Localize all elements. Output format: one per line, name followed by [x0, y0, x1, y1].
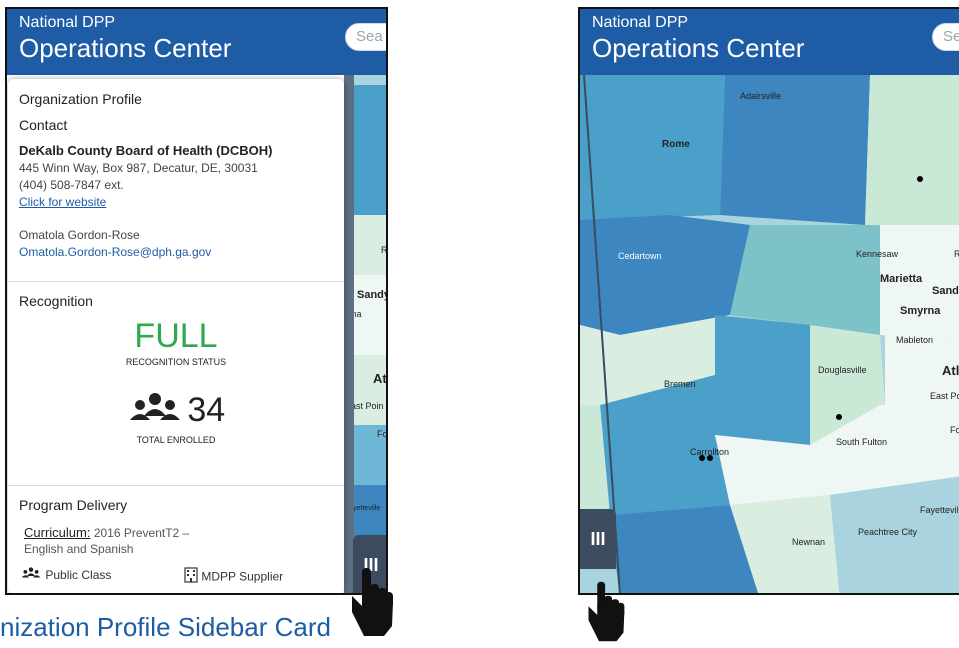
- curriculum-value: 2016 PreventT2 –: [93, 526, 190, 540]
- supplier-type: MDPP Supplier: [201, 569, 284, 584]
- curriculum-value-2: English and Spanish: [24, 542, 134, 556]
- contact-name: Omatola Gordon-Rose: [19, 228, 140, 242]
- map-place-label: East Poi: [930, 391, 959, 401]
- map-place-label: Fayetteville: [920, 505, 959, 515]
- org-phone: (404) 508-7847 ext.: [19, 178, 124, 192]
- class-type-row: Public Class: [20, 567, 111, 584]
- class-type: Public Class: [45, 568, 112, 582]
- figure-caption: nization Profile Sidebar Card: [0, 612, 331, 642]
- map-place-label: Bremen: [664, 379, 696, 389]
- app-header: National DPP Operations Center Sea: [7, 9, 386, 75]
- curriculum-label: Curriculum:: [24, 525, 91, 540]
- divider: [8, 281, 344, 282]
- recognition-status-caption: RECOGNITION STATUS: [125, 357, 227, 367]
- pointer-hand-icon: [348, 566, 396, 643]
- map-place-label: Adairsville: [740, 91, 782, 101]
- org-address: 445 Winn Way, Box 987, Decatur, DE, 3003…: [19, 161, 258, 175]
- map-place-label: Peachtree City: [858, 527, 918, 537]
- right-phone-screen: National DPP Operations Center Sea: [578, 7, 959, 595]
- org-name: DeKalb County Board of Health (DCBOH): [19, 143, 273, 158]
- enrolled-group: 34: [8, 391, 344, 431]
- sidebar-edge: [344, 75, 354, 593]
- enrolled-caption: TOTAL ENROLLED: [136, 435, 216, 445]
- people-group-icon: [20, 567, 42, 584]
- map-place-label: For: [377, 429, 388, 439]
- people-group-icon: [127, 392, 183, 429]
- map-place-label: Douglasville: [818, 365, 867, 375]
- map-place-label: Sandy: [932, 285, 959, 297]
- map-place-label: Mableton: [896, 335, 934, 345]
- website-link[interactable]: Click for website: [19, 194, 106, 211]
- map-place-label: Rome: [662, 139, 690, 150]
- map-place-label: South Fulton: [836, 437, 888, 447]
- map-place-label: Smyrna: [900, 305, 941, 317]
- building-icon: [184, 567, 198, 588]
- map-place-label: Newnan: [792, 537, 826, 547]
- search-input[interactable]: Sea: [345, 23, 386, 51]
- header-title: Operations Center: [592, 33, 805, 63]
- map-place-label: ast Poin: [351, 401, 384, 411]
- search-input[interactable]: Sea: [932, 23, 959, 51]
- organization-profile-card: Organization Profile Contact DeKalb Coun…: [8, 79, 344, 593]
- program-delivery-label: Program Delivery: [19, 497, 128, 513]
- left-phone-screen: National DPP Operations Center Sea R San…: [5, 7, 388, 595]
- map-place-label: R: [381, 245, 388, 255]
- map-place-label: yetteville: [353, 505, 381, 512]
- map-place-label: R: [954, 249, 959, 259]
- enrolled-value: 34: [187, 391, 226, 429]
- header-subtitle: National DPP: [592, 14, 689, 31]
- contact-label: Contact: [19, 117, 68, 133]
- divider: [8, 485, 344, 486]
- sidebar-toggle-button[interactable]: III: [580, 509, 616, 569]
- card-title: Organization Profile: [19, 91, 142, 107]
- pointer-hand-icon: [584, 580, 628, 648]
- app-header: National DPP Operations Center Sea: [580, 9, 959, 75]
- map-place-label: Atl: [373, 371, 387, 386]
- curriculum-row: Curriculum: 2016 PreventT2 –: [24, 525, 189, 540]
- map-place-label: Sandy: [357, 289, 388, 301]
- map-place-label: Marietta: [880, 273, 923, 285]
- supplier-row: MDPP Supplier: [184, 567, 283, 588]
- contact-email[interactable]: Omatola.Gordon-Rose@dph.ga.gov: [19, 244, 211, 261]
- recognition-label: Recognition: [19, 293, 93, 309]
- map-place-label: Atl: [942, 363, 959, 378]
- header-title: Operations Center: [19, 33, 232, 63]
- map-place-label: For: [950, 425, 959, 435]
- recognition-status-value: FULL: [134, 317, 218, 355]
- map-place-label: Carrollton: [690, 447, 730, 457]
- map-place-label: Kennesaw: [856, 249, 899, 259]
- header-subtitle: National DPP: [19, 14, 116, 31]
